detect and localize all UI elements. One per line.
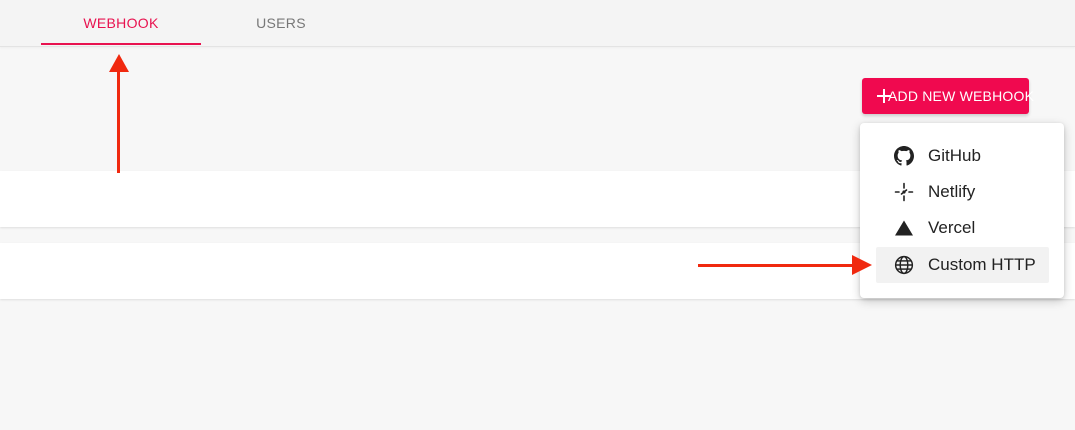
tab-users[interactable]: USERS — [201, 0, 361, 46]
annotation-arrow-right — [698, 264, 854, 267]
tab-bar: WEBHOOK USERS — [0, 0, 1075, 47]
menu-item-label: Custom HTTP — [928, 255, 1036, 274]
menu-item-vercel[interactable]: Vercel — [876, 210, 1049, 246]
github-icon — [894, 146, 914, 166]
globe-icon — [894, 255, 914, 275]
webhook-provider-menu: GitHub Netlify Vercel Custom HTTP — [860, 123, 1064, 298]
netlify-icon — [894, 182, 914, 202]
annotation-arrow-right-head — [852, 255, 872, 275]
annotation-arrow-up — [117, 70, 120, 173]
add-new-webhook-label: ADD NEW WEBHOOK — [888, 88, 1035, 104]
tab-users-label: USERS — [256, 15, 306, 31]
tab-webhook[interactable]: WEBHOOK — [41, 0, 201, 46]
menu-item-label: Vercel — [928, 218, 976, 237]
menu-item-netlify[interactable]: Netlify — [876, 174, 1049, 210]
menu-item-label: GitHub — [928, 146, 981, 165]
vercel-icon — [894, 218, 914, 238]
menu-item-github[interactable]: GitHub — [876, 138, 1049, 174]
add-new-webhook-button[interactable]: ADD NEW WEBHOOK — [862, 78, 1034, 114]
menu-item-label: Netlify — [928, 182, 976, 201]
tab-webhook-label: WEBHOOK — [83, 15, 159, 31]
menu-item-custom-http[interactable]: Custom HTTP — [876, 247, 1049, 283]
active-tab-indicator — [41, 43, 201, 45]
